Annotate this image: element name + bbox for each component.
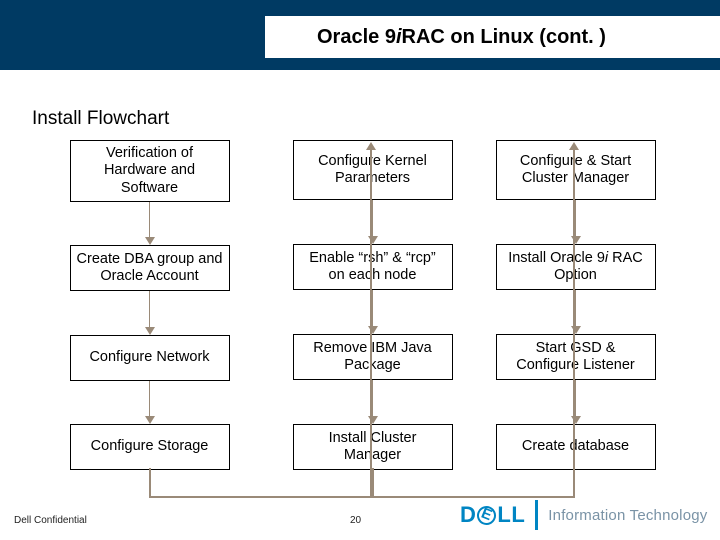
node-kernel: Configure Kernel Parameters <box>293 140 453 200</box>
rac-pre: Install Oracle 9 <box>508 250 605 266</box>
node-start-cm: Configure & Start Cluster Manager <box>496 140 656 200</box>
node-rsh-rcp: Enable “rsh” & “rcp” on each node <box>293 244 453 290</box>
arrow-down-icon <box>575 290 577 334</box>
logo-it-text: Information Technology <box>548 507 707 524</box>
node-remove-ibm: Remove IBM Java Package <box>293 334 453 380</box>
subtitle: Install Flowchart <box>32 108 169 130</box>
dell-wordmark: DELL <box>460 502 525 528</box>
page-number: 20 <box>350 515 361 526</box>
logo-separator <box>535 500 538 530</box>
flow-col-3: Configure & Start Cluster Manager Instal… <box>488 140 663 470</box>
arrow-down-icon <box>149 291 151 334</box>
title-post: RAC on Linux (cont. ) <box>402 26 606 49</box>
node-verify: Verification of Hardware and Software <box>70 140 230 202</box>
arrow-down-icon <box>372 290 374 334</box>
arrow-down-icon <box>575 200 577 244</box>
flow-col-2: Configure Kernel Parameters Enable “rsh”… <box>285 140 460 470</box>
arrow-down-icon <box>149 381 151 424</box>
arrow-down-icon <box>149 202 151 245</box>
node-dba-group: Create DBA group and Oracle Account <box>70 245 230 291</box>
slide-title: Oracle 9i RAC on Linux (cont. ) <box>265 16 720 58</box>
node-storage: Configure Storage <box>70 424 230 470</box>
node-create-db: Create database <box>496 424 656 470</box>
arrow-down-icon <box>372 200 374 244</box>
footer-confidential: Dell Confidential <box>14 515 87 526</box>
arrow-down-icon <box>372 380 374 424</box>
flow-col-1: Verification of Hardware and Software Cr… <box>62 140 237 470</box>
flowchart: Verification of Hardware and Software Cr… <box>62 140 682 470</box>
node-install-cm: Install Cluster Manager <box>293 424 453 470</box>
title-pre: Oracle 9 <box>317 26 396 49</box>
node-gsd: Start GSD & Configure Listener <box>496 334 656 380</box>
node-network: Configure Network <box>70 335 230 381</box>
dell-logo: DELL Information Technology <box>460 498 708 532</box>
arrow-down-icon <box>575 380 577 424</box>
node-install-rac: Install Oracle 9i RAC Option <box>496 244 656 290</box>
